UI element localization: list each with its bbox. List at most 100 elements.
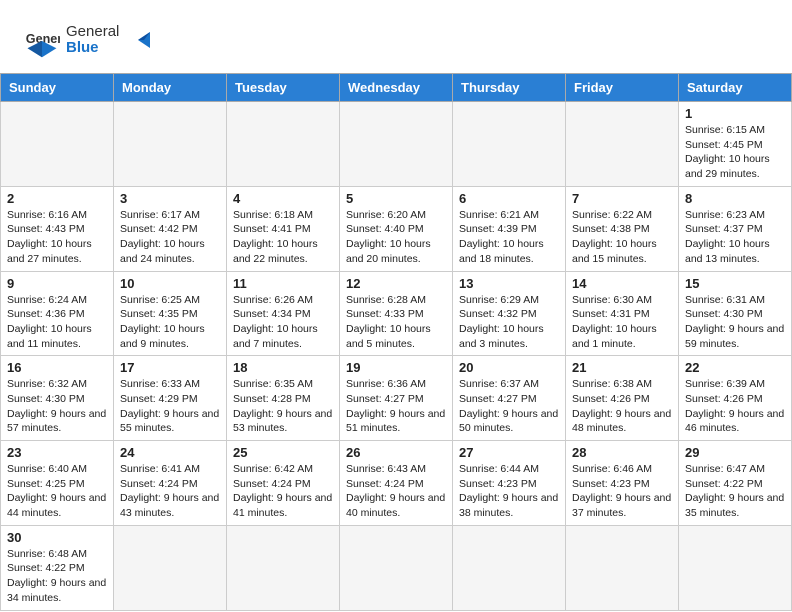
day-cell <box>453 102 566 187</box>
day-info: Sunrise: 6:40 AM Sunset: 4:25 PM Dayligh… <box>7 462 107 521</box>
day-number: 12 <box>346 276 446 291</box>
day-info: Sunrise: 6:29 AM Sunset: 4:32 PM Dayligh… <box>459 293 559 352</box>
day-number: 1 <box>685 106 785 121</box>
day-number: 13 <box>459 276 559 291</box>
day-cell: 3Sunrise: 6:17 AM Sunset: 4:42 PM Daylig… <box>114 186 227 271</box>
day-cell <box>566 102 679 187</box>
day-info: Sunrise: 6:28 AM Sunset: 4:33 PM Dayligh… <box>346 293 446 352</box>
weekday-thursday: Thursday <box>453 74 566 102</box>
day-cell <box>566 525 679 610</box>
day-info: Sunrise: 6:23 AM Sunset: 4:37 PM Dayligh… <box>685 208 785 267</box>
day-cell <box>114 525 227 610</box>
week-row-2: 9Sunrise: 6:24 AM Sunset: 4:36 PM Daylig… <box>1 271 792 356</box>
day-number: 19 <box>346 360 446 375</box>
day-number: 8 <box>685 191 785 206</box>
day-cell <box>227 525 340 610</box>
day-cell <box>1 102 114 187</box>
day-cell: 12 Sunrise: 6:28 AM Sunset: 4:33 PM Dayli… <box>340 271 453 356</box>
week-row-1: 2 Sunrise: 6:16 AM Sunset: 4:43 PM Daylig… <box>1 186 792 271</box>
day-number: 30 <box>7 530 107 545</box>
day-info: Sunrise: 6:36 AM Sunset: 4:27 PM Dayligh… <box>346 377 446 436</box>
day-number: 6 <box>459 191 559 206</box>
day-info: Sunrise: 6:48 AM Sunset: 4:22 PM Dayligh… <box>7 547 107 606</box>
day-info: Sunrise: 6:25 AM Sunset: 4:35 PM Dayligh… <box>120 293 220 352</box>
day-cell: 26Sunrise: 6:43 AM Sunset: 4:24 PM Dayli… <box>340 441 453 526</box>
day-cell: 7Sunrise: 6:22 AM Sunset: 4:38 PM Daylig… <box>566 186 679 271</box>
day-cell: 24 Sunrise: 6:41 AM Sunset: 4:24 PM Dayli… <box>114 441 227 526</box>
day-number: 16 <box>7 360 107 375</box>
day-info: Sunrise: 6:21 AM Sunset: 4:39 PM Dayligh… <box>459 208 559 267</box>
day-cell: 29 Sunrise: 6:47 AM Sunset: 4:22 PM Dayli… <box>679 441 792 526</box>
day-cell: 22Sunrise: 6:39 AM Sunset: 4:26 PM Dayli… <box>679 356 792 441</box>
day-number: 29 <box>685 445 785 460</box>
day-info: Sunrise: 6:41 AM Sunset: 4:24 PM Dayligh… <box>120 462 220 521</box>
day-number: 25 <box>233 445 333 460</box>
svg-text:General: General <box>66 23 119 40</box>
day-info: Sunrise: 6:42 AM Sunset: 4:24 PM Dayligh… <box>233 462 333 521</box>
weekday-wednesday: Wednesday <box>340 74 453 102</box>
weekday-saturday: Saturday <box>679 74 792 102</box>
day-info: Sunrise: 6:35 AM Sunset: 4:28 PM Dayligh… <box>233 377 333 436</box>
day-cell: 18Sunrise: 6:35 AM Sunset: 4:28 PM Dayli… <box>227 356 340 441</box>
week-row-0: 1 Sunrise: 6:15 AM Sunset: 4:45 PM Daylig… <box>1 102 792 187</box>
day-number: 20 <box>459 360 559 375</box>
day-info: Sunrise: 6:46 AM Sunset: 4:23 PM Dayligh… <box>572 462 672 521</box>
day-number: 7 <box>572 191 672 206</box>
day-cell: 14 Sunrise: 6:30 AM Sunset: 4:31 PM Dayli… <box>566 271 679 356</box>
calendar-body: 1 Sunrise: 6:15 AM Sunset: 4:45 PM Daylig… <box>1 102 792 611</box>
day-cell: 20Sunrise: 6:37 AM Sunset: 4:27 PM Dayli… <box>453 356 566 441</box>
day-cell: 11 Sunrise: 6:26 AM Sunset: 4:34 PM Dayli… <box>227 271 340 356</box>
day-cell: 28 Sunrise: 6:46 AM Sunset: 4:23 PM Dayli… <box>566 441 679 526</box>
day-cell: 2 Sunrise: 6:16 AM Sunset: 4:43 PM Daylig… <box>1 186 114 271</box>
day-number: 24 <box>120 445 220 460</box>
day-info: Sunrise: 6:39 AM Sunset: 4:26 PM Dayligh… <box>685 377 785 436</box>
day-info: Sunrise: 6:16 AM Sunset: 4:43 PM Dayligh… <box>7 208 107 267</box>
day-info: Sunrise: 6:47 AM Sunset: 4:22 PM Dayligh… <box>685 462 785 521</box>
day-number: 28 <box>572 445 672 460</box>
day-number: 23 <box>7 445 107 460</box>
day-number: 4 <box>233 191 333 206</box>
day-cell: 13 Sunrise: 6:29 AM Sunset: 4:32 PM Dayli… <box>453 271 566 356</box>
day-cell <box>340 102 453 187</box>
day-info: Sunrise: 6:24 AM Sunset: 4:36 PM Dayligh… <box>7 293 107 352</box>
day-number: 21 <box>572 360 672 375</box>
day-cell: 4 Sunrise: 6:18 AM Sunset: 4:41 PM Daylig… <box>227 186 340 271</box>
day-info: Sunrise: 6:31 AM Sunset: 4:30 PM Dayligh… <box>685 293 785 352</box>
day-cell: 16 Sunrise: 6:32 AM Sunset: 4:30 PM Dayli… <box>1 356 114 441</box>
day-number: 14 <box>572 276 672 291</box>
weekday-sunday: Sunday <box>1 74 114 102</box>
calendar: SundayMondayTuesdayWednesdayThursdayFrid… <box>0 73 792 611</box>
day-info: Sunrise: 6:20 AM Sunset: 4:40 PM Dayligh… <box>346 208 446 267</box>
day-cell: 30 Sunrise: 6:48 AM Sunset: 4:22 PM Dayli… <box>1 525 114 610</box>
day-cell <box>227 102 340 187</box>
logo: General General Blue <box>24 18 156 63</box>
day-info: Sunrise: 6:32 AM Sunset: 4:30 PM Dayligh… <box>7 377 107 436</box>
day-cell: 6 Sunrise: 6:21 AM Sunset: 4:39 PM Daylig… <box>453 186 566 271</box>
day-info: Sunrise: 6:18 AM Sunset: 4:41 PM Dayligh… <box>233 208 333 267</box>
day-info: Sunrise: 6:15 AM Sunset: 4:45 PM Dayligh… <box>685 123 785 182</box>
svg-text:Blue: Blue <box>66 39 99 56</box>
day-info: Sunrise: 6:26 AM Sunset: 4:34 PM Dayligh… <box>233 293 333 352</box>
day-cell: 10 Sunrise: 6:25 AM Sunset: 4:35 PM Dayli… <box>114 271 227 356</box>
calendar-header: SundayMondayTuesdayWednesdayThursdayFrid… <box>1 74 792 102</box>
weekday-row: SundayMondayTuesdayWednesdayThursdayFrid… <box>1 74 792 102</box>
day-cell: 5Sunrise: 6:20 AM Sunset: 4:40 PM Daylig… <box>340 186 453 271</box>
day-number: 10 <box>120 276 220 291</box>
day-cell: 25 Sunrise: 6:42 AM Sunset: 4:24 PM Dayli… <box>227 441 340 526</box>
day-info: Sunrise: 6:30 AM Sunset: 4:31 PM Dayligh… <box>572 293 672 352</box>
day-number: 2 <box>7 191 107 206</box>
weekday-tuesday: Tuesday <box>227 74 340 102</box>
week-row-5: 30 Sunrise: 6:48 AM Sunset: 4:22 PM Dayli… <box>1 525 792 610</box>
day-info: Sunrise: 6:44 AM Sunset: 4:23 PM Dayligh… <box>459 462 559 521</box>
logo-icon: General <box>24 23 60 59</box>
page-header: General General Blue <box>0 0 792 73</box>
weekday-monday: Monday <box>114 74 227 102</box>
day-cell: 19 Sunrise: 6:36 AM Sunset: 4:27 PM Dayli… <box>340 356 453 441</box>
day-info: Sunrise: 6:33 AM Sunset: 4:29 PM Dayligh… <box>120 377 220 436</box>
day-info: Sunrise: 6:17 AM Sunset: 4:42 PM Dayligh… <box>120 208 220 267</box>
day-cell: 27Sunrise: 6:44 AM Sunset: 4:23 PM Dayli… <box>453 441 566 526</box>
day-number: 11 <box>233 276 333 291</box>
day-number: 15 <box>685 276 785 291</box>
day-cell: 21Sunrise: 6:38 AM Sunset: 4:26 PM Dayli… <box>566 356 679 441</box>
week-row-3: 16 Sunrise: 6:32 AM Sunset: 4:30 PM Dayli… <box>1 356 792 441</box>
